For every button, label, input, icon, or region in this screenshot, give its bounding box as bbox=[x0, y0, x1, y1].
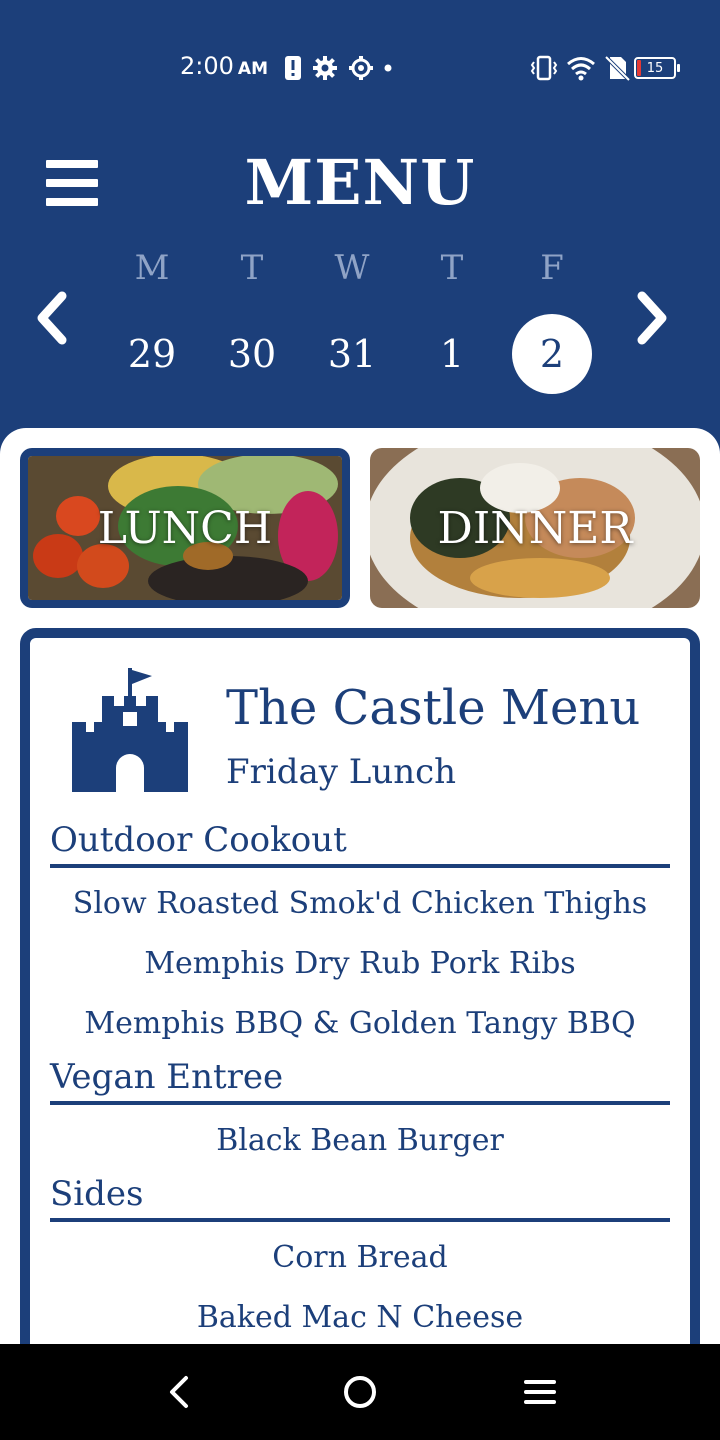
status-time-value: 2:00 bbox=[180, 52, 234, 80]
chevron-right-icon[interactable] bbox=[632, 290, 672, 346]
menu-subtitle: Friday Lunch bbox=[226, 752, 457, 792]
date-cell: 2 bbox=[502, 314, 602, 394]
battery-level: 15 bbox=[646, 60, 664, 76]
back-icon[interactable] bbox=[160, 1372, 200, 1412]
menu-title: The Castle Menu bbox=[226, 680, 641, 736]
system-navigation-bar bbox=[0, 1344, 720, 1440]
menu-item: Memphis Dry Rub Pork Ribs bbox=[144, 946, 576, 981]
dot-icon bbox=[384, 64, 392, 72]
section-heading: Sides bbox=[50, 1172, 670, 1222]
gear-icon bbox=[313, 56, 337, 80]
status-time: 2:00 AM bbox=[180, 52, 268, 80]
vibrate-icon bbox=[530, 55, 558, 81]
castle-icon bbox=[72, 668, 188, 792]
date-selector: 29 30 31 1 2 bbox=[102, 314, 602, 394]
section-heading: Outdoor Cookout bbox=[50, 818, 670, 868]
date-button[interactable]: 29 bbox=[112, 314, 192, 394]
status-time-ampm: AM bbox=[237, 59, 268, 79]
menu-item: Slow Roasted Smok'd Chicken Thighs bbox=[72, 886, 648, 921]
menu-item: Corn Bread bbox=[272, 1240, 448, 1275]
menu-item: Memphis BBQ & Golden Tangy BBQ bbox=[84, 1006, 636, 1041]
date-cell: 1 bbox=[402, 314, 502, 394]
status-bar: 2:00 AM 15 bbox=[0, 0, 720, 140]
battery-icon: 15 bbox=[634, 57, 680, 79]
alert-icon bbox=[285, 56, 301, 80]
menu-item: Black Bean Burger bbox=[216, 1123, 504, 1158]
status-system-icons bbox=[530, 54, 630, 82]
gear-outline-icon bbox=[349, 56, 373, 80]
home-icon[interactable] bbox=[340, 1372, 380, 1412]
date-cell: 29 bbox=[102, 314, 202, 394]
weekday-label: T bbox=[240, 248, 264, 288]
date-button[interactable]: 1 bbox=[412, 314, 492, 394]
no-sim-icon bbox=[604, 55, 630, 81]
date-button[interactable]: 31 bbox=[312, 314, 392, 394]
battery-level-fill bbox=[637, 60, 641, 76]
weekday-labels: M T W T F bbox=[102, 248, 602, 288]
weekday-label: W bbox=[334, 248, 370, 288]
lunch-tab[interactable]: LUNCH bbox=[20, 448, 350, 608]
content-panel: LUNCH DINNER The Castle Menu Friday Lunc… bbox=[0, 428, 720, 1344]
chevron-left-icon[interactable] bbox=[32, 290, 72, 346]
recent-apps-icon[interactable] bbox=[520, 1372, 560, 1412]
wifi-icon bbox=[567, 57, 595, 81]
menu-item: Baked Mac N Cheese bbox=[196, 1300, 524, 1335]
date-button-selected[interactable]: 2 bbox=[512, 314, 592, 394]
status-notification-icons bbox=[284, 54, 392, 82]
weekday-label: F bbox=[540, 248, 564, 288]
date-button[interactable]: 30 bbox=[212, 314, 292, 394]
section-heading: Vegan Entree bbox=[50, 1055, 670, 1105]
dinner-tab[interactable]: DINNER bbox=[370, 448, 700, 608]
weekday-label: T bbox=[440, 248, 464, 288]
menu-card: The Castle Menu Friday Lunch Outdoor Coo… bbox=[20, 628, 700, 1344]
lunch-tab-label: LUNCH bbox=[97, 502, 273, 554]
date-cell: 30 bbox=[202, 314, 302, 394]
weekday-label: M bbox=[134, 248, 170, 288]
date-cell: 31 bbox=[302, 314, 402, 394]
page-title: MENU bbox=[244, 146, 476, 219]
dinner-tab-label: DINNER bbox=[437, 502, 633, 554]
